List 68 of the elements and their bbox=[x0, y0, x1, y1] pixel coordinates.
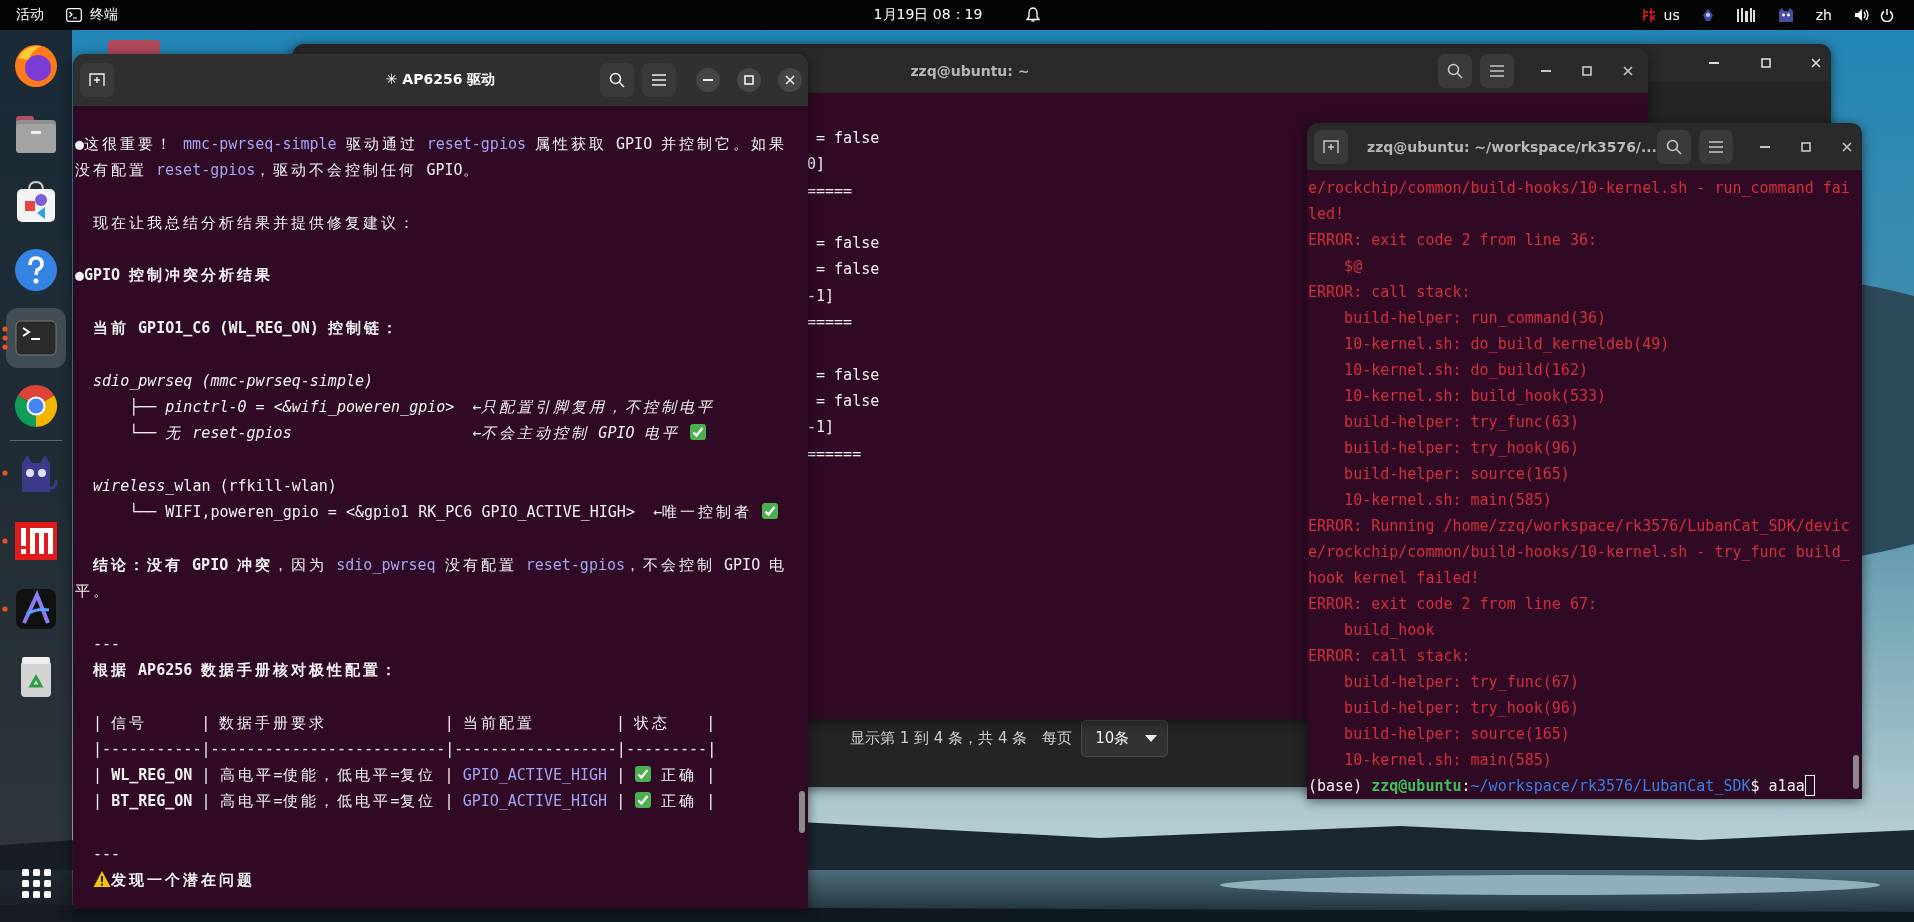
terminal-line: | WL_REG_ON | 高电平=使能，低电平=复位 | GPIO_ACTIVE_HIGH | bbox=[92, 766, 627, 785]
terminal-line: 正确 | bbox=[660, 792, 716, 811]
terminal-line: wireless_wlan (rfkill-wlan) bbox=[92, 475, 337, 497]
terminal-line: 现在让我总结分析结果并提供修复建议： bbox=[92, 212, 418, 234]
terminal-line: ERROR: exit code 2 from line 36: bbox=[1308, 230, 1597, 251]
terminal-line: build-helper: try_hook(96) bbox=[1343, 698, 1579, 719]
terminal-line: ===== bbox=[807, 312, 853, 334]
terminal-line: 根据 AP6256 数据手册核对极性配置： bbox=[91, 659, 400, 681]
terminal-line: build-helper: try_func(63) bbox=[1343, 412, 1579, 433]
terminal-line: = false bbox=[815, 233, 880, 255]
terminal-line: 发现一个潜在问题 bbox=[111, 871, 255, 890]
page-size-dropdown[interactable]: 10条 bbox=[1081, 720, 1169, 757]
terminal-line: -1] bbox=[807, 417, 835, 439]
terminal-line: ERROR: Running /home/zzq/workspace/rk3576/LubanCat_SDK/devic bbox=[1308, 516, 1850, 537]
terminal-line: = false bbox=[815, 364, 880, 386]
terminal-line: ====== bbox=[807, 443, 862, 465]
terminal-line: --- bbox=[92, 633, 121, 655]
terminal-line: └── 无 reset-gpios ←不会主动控制 GPIO 电平 bbox=[128, 424, 681, 443]
terminal-line: -1] bbox=[807, 285, 835, 307]
terminal-line: 10-kernel.sh: main(585) bbox=[1343, 750, 1552, 771]
terminal-line: sdio_pwrseq (mmc-pwrseq-simple) bbox=[92, 370, 373, 392]
terminal-line: ERROR: call stack: bbox=[1308, 646, 1471, 667]
terminal-line: | 信号 | 数据手册要求 | 当前配置 | 状态 | bbox=[92, 712, 716, 734]
terminal-line: 10-kernel.sh: do_build_kerneldeb(49) bbox=[1343, 334, 1670, 355]
terminal-line: ===== bbox=[807, 180, 853, 202]
terminal-line: |-----------|--------------------------|------------------|---------| bbox=[92, 738, 717, 760]
terminal-line: ERROR: call stack: bbox=[1308, 282, 1471, 303]
terminal-line: | BT_REG_ON | 高电平=使能，低电平=复位 | GPIO_ACTIVE_HIGH | bbox=[92, 792, 627, 811]
terminal-line: 10-kernel.sh: build_hook(533) bbox=[1343, 386, 1606, 407]
activities-button[interactable]: 活动 bbox=[16, 6, 44, 24]
terminal-line: 当前 GPIO1_C6 (WL_REG_ON) 控制链： bbox=[92, 318, 400, 340]
clock[interactable]: 1月19日 08：19 bbox=[873, 6, 983, 24]
window-title: ✳ AP6256 驱动 bbox=[385, 71, 496, 89]
terminal-line: 没有配置 reset-gpios，驱动不会控制任何 GPIO。 bbox=[75, 160, 481, 182]
window-title: zzq@ubuntu: ~/workspace/rk3576/... bbox=[1367, 138, 1657, 155]
terminal-line: └── WIFI,poweren_gpio = <&gpio1 RK_PC6 GPIO_ACTIVE_HIGH> ←唯一控制者 bbox=[128, 503, 753, 522]
terminal-line: 0] bbox=[807, 154, 826, 176]
terminal-line: 结论：没有 GPIO 冲突，因为 sdio_pwrseq 没有配置 reset-gpios，不会控制 GPIO 电 bbox=[92, 554, 788, 576]
terminal-line: hook kernel failed! bbox=[1308, 568, 1480, 589]
terminal-line: led! bbox=[1308, 204, 1345, 225]
terminal-line: build-helper: source(165) bbox=[1343, 724, 1570, 745]
terminal-line: = false bbox=[815, 128, 880, 149]
terminal-line: = false bbox=[815, 259, 880, 281]
terminal-line: 10-kernel.sh: main(585) bbox=[1343, 490, 1552, 511]
pagination-summary: 显示第 1 到 4 条，共 4 条 bbox=[850, 729, 1028, 748]
terminal-line: (base) zzq@ubuntu:~/workspace/rk3576/LubanCat_SDK$ a1aa bbox=[1308, 777, 1805, 795]
terminal-line: 10-kernel.sh: do_build(162) bbox=[1343, 360, 1588, 381]
terminal-line: build-helper: try_hook(96) bbox=[1343, 438, 1579, 459]
input-method-button[interactable]: us bbox=[1641, 7, 1680, 23]
terminal-line: build-helper: try_func(67) bbox=[1343, 672, 1579, 693]
terminal-line: --- bbox=[92, 844, 121, 865]
window-title: zzq@ubuntu: ~ bbox=[910, 62, 1030, 79]
terminal-line: e/rockchip/common/build-hooks/10-kernel.sh - try_func build_ bbox=[1308, 542, 1850, 563]
terminal-line: ●GPIO 控制冲突分析结果 bbox=[75, 265, 274, 287]
terminal-line: build-helper: source(165) bbox=[1343, 464, 1570, 485]
terminal-line: ●这很重要！ mmc-pwrseq-simple 驱动通过 reset-gpios 属性获取 GPIO 并控制它。如果 bbox=[75, 134, 788, 155]
terminal-line: ERROR: exit code 2 from line 67: bbox=[1308, 594, 1597, 615]
app-menu-button[interactable]: 终端 bbox=[66, 6, 118, 24]
language-button[interactable]: zh bbox=[1815, 7, 1832, 23]
terminal-line: e/rockchip/common/build-hooks/10-kernel.sh - run_command fai bbox=[1308, 178, 1850, 199]
terminal-line: 平。 bbox=[75, 581, 111, 603]
terminal-line: 正确 | bbox=[660, 766, 716, 785]
per-page-label: 每页 bbox=[1042, 729, 1073, 748]
terminal-line: build-helper: run_command(36) bbox=[1343, 308, 1606, 329]
terminal-line: build_hook bbox=[1343, 620, 1435, 641]
terminal-line: ├── pinctrl-0 = <&wifi_poweren_gpio> ←只配置引脚复用，不控制电平 bbox=[128, 396, 716, 418]
terminal-line: = false bbox=[815, 390, 880, 412]
terminal-line: $@ bbox=[1343, 256, 1363, 277]
